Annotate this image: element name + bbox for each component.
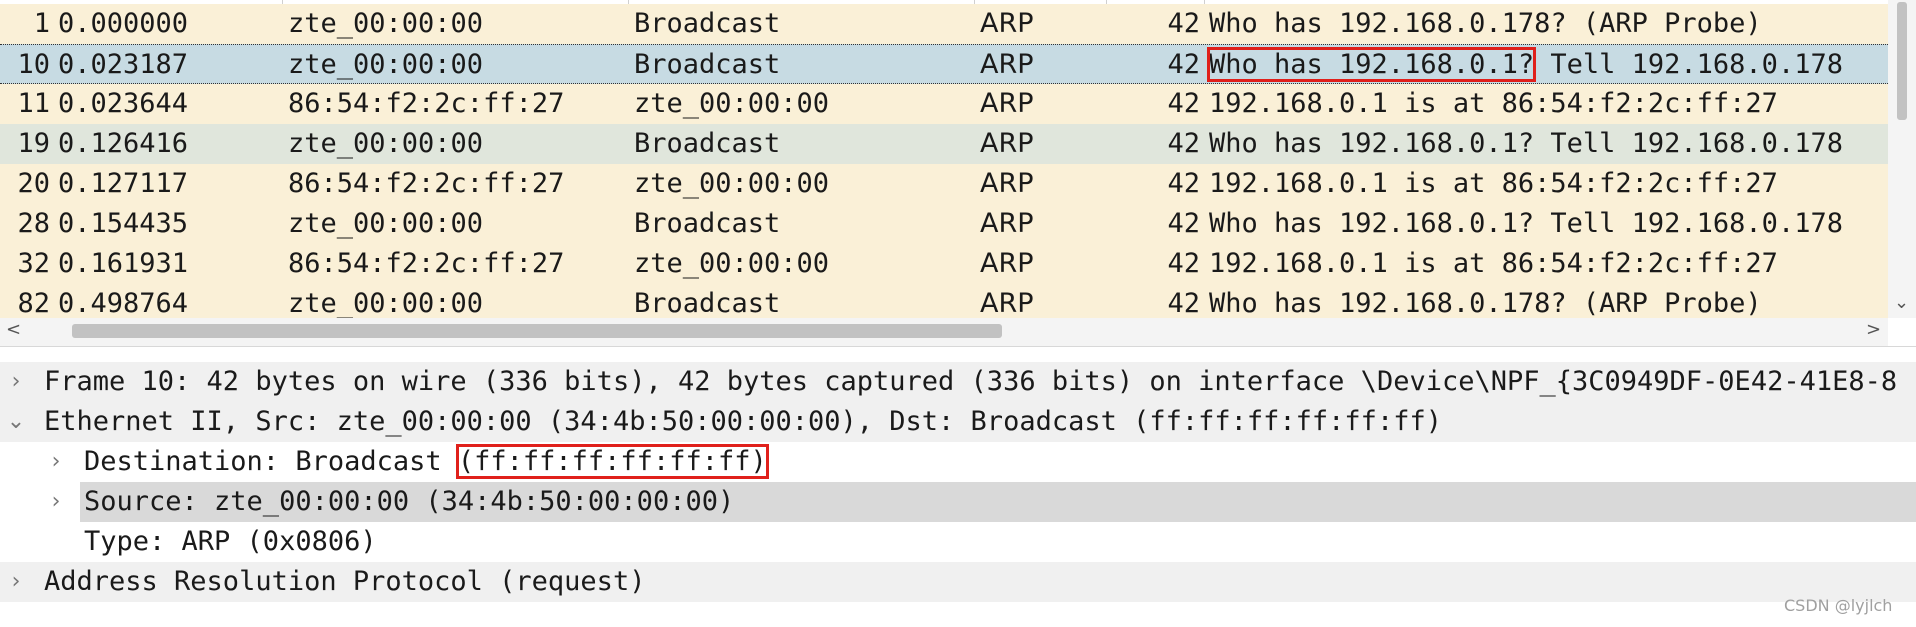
tree-item-label: Source: zte_00:00:00 (34:4b:50:00:00:00) [80,482,1916,522]
chevron-right-icon[interactable]: › [46,482,66,522]
packet-info: Who has 192.168.0.1? Tell 192.168.0.178 [1206,45,1843,85]
packet-time: 0.023644 [58,88,189,119]
destination-label: Destination: Broadcast [84,446,458,477]
packet-row[interactable]: 1 0.000000 zte_00:00:00 Broadcast ARP 42… [0,4,1888,44]
highlight-box-info: Who has 192.168.0.1? [1206,47,1537,82]
vertical-scroll-thumb[interactable] [1897,2,1907,120]
packet-destination: Broadcast [634,8,781,39]
packet-protocol: ARP [980,128,1034,159]
packet-source: zte_00:00:00 [288,128,484,159]
tree-item-label: Destination: Broadcast (ff:ff:ff:ff:ff:f… [84,442,769,482]
packet-row[interactable]: 11 0.023644 86:54:f2:2c:ff:27 zte_00:00:… [0,84,1888,124]
packet-row[interactable]: 32 0.161931 86:54:f2:2c:ff:27 zte_00:00:… [0,244,1888,284]
packet-length: 42 [1167,8,1200,39]
packet-info: 192.168.0.1 is at 86:54:f2:2c:ff:27 [1209,248,1778,279]
packet-time: 0.126416 [58,128,189,159]
packet-row-selected[interactable]: 10 0.023187 zte_00:00:00 Broadcast ARP 4… [0,44,1888,84]
packet-protocol: ARP [980,88,1034,119]
tree-item-label: Ethernet II, Src: zte_00:00:00 (34:4b:50… [44,406,1442,437]
highlight-box-destination: (ff:ff:ff:ff:ff:ff) [455,444,769,479]
packet-length: 42 [1167,128,1200,159]
packet-destination: Broadcast [634,128,781,159]
packet-protocol: ARP [980,8,1034,39]
packet-length: 42 [1167,248,1200,279]
packet-list[interactable]: 1 0.000000 zte_00:00:00 Broadcast ARP 42… [0,0,1916,324]
horizontal-scrollbar[interactable]: < > [0,318,1888,346]
tree-item-ethernet[interactable]: ⌄ Ethernet II, Src: zte_00:00:00 (34:4b:… [0,402,1916,442]
packet-no: 10 [17,49,50,80]
packet-info: 192.168.0.1 is at 86:54:f2:2c:ff:27 [1209,88,1778,119]
tree-item-source[interactable]: › Source: zte_00:00:00 (34:4b:50:00:00:0… [0,482,1916,522]
packet-rows: 1 0.000000 zte_00:00:00 Broadcast ARP 42… [0,4,1888,324]
packet-row[interactable]: 28 0.154435 zte_00:00:00 Broadcast ARP 4… [0,204,1888,244]
packet-source: zte_00:00:00 [288,8,484,39]
packet-no: 32 [17,248,50,279]
packet-no: 11 [17,88,50,119]
packet-destination: zte_00:00:00 [634,88,830,119]
tree-item-label: Frame 10: 42 bytes on wire (336 bits), 4… [44,366,1898,397]
tree-item-label: Address Resolution Protocol (request) [44,566,646,597]
packet-source: 86:54:f2:2c:ff:27 [288,248,565,279]
watermark: CSDN @lyjlch [1784,596,1893,615]
pane-splitter[interactable] [0,346,1916,357]
packet-no: 1 [33,8,50,39]
tree-item-frame[interactable]: › Frame 10: 42 bytes on wire (336 bits),… [0,362,1916,402]
packet-time: 0.161931 [58,248,189,279]
packet-source: zte_00:00:00 [288,208,484,239]
packet-protocol: ARP [980,208,1034,239]
scroll-right-icon[interactable]: > [1866,319,1881,340]
packet-protocol: ARP [980,248,1034,279]
packet-protocol: ARP [980,49,1034,80]
tree-item-label: Type: ARP (0x0806) [84,526,377,557]
packet-destination: zte_00:00:00 [634,168,830,199]
scroll-down-icon[interactable]: ⌄ [1894,292,1909,313]
packet-destination: Broadcast [634,49,781,80]
tree-item-destination[interactable]: › Destination: Broadcast (ff:ff:ff:ff:ff… [0,442,1916,482]
vertical-scrollbar[interactable]: ⌄ [1888,0,1916,318]
packet-info-rest: Tell 192.168.0.178 [1534,49,1843,80]
packet-row[interactable]: 19 0.126416 zte_00:00:00 Broadcast ARP 4… [0,124,1888,164]
packet-length: 42 [1167,168,1200,199]
tree-item-arp[interactable]: › Address Resolution Protocol (request) [0,562,1916,602]
packet-length: 42 [1167,208,1200,239]
packet-time: 0.000000 [58,8,189,39]
chevron-right-icon[interactable]: › [6,562,26,602]
horizontal-scroll-thumb[interactable] [72,324,1002,338]
packet-length: 42 [1167,88,1200,119]
scroll-left-icon[interactable]: < [6,319,21,340]
packet-no: 28 [17,208,50,239]
packet-info: Who has 192.168.0.178? (ARP Probe) [1209,8,1762,39]
packet-destination: Broadcast [634,208,781,239]
packet-destination: zte_00:00:00 [634,248,830,279]
packet-length: 42 [1167,49,1200,80]
chevron-right-icon[interactable]: › [46,442,66,482]
packet-info: Who has 192.168.0.1? Tell 192.168.0.178 [1209,208,1843,239]
packet-no: 20 [17,168,50,199]
packet-info: 192.168.0.1 is at 86:54:f2:2c:ff:27 [1209,168,1778,199]
packet-source: 86:54:f2:2c:ff:27 [288,168,565,199]
packet-source: zte_00:00:00 [288,49,484,80]
packet-protocol: ARP [980,168,1034,199]
packet-source: 86:54:f2:2c:ff:27 [288,88,565,119]
chevron-down-icon[interactable]: ⌄ [6,402,26,442]
packet-no: 19 [17,128,50,159]
packet-row[interactable]: 20 0.127117 86:54:f2:2c:ff:27 zte_00:00:… [0,164,1888,204]
packet-details-tree[interactable]: › Frame 10: 42 bytes on wire (336 bits),… [0,362,1916,602]
chevron-right-icon[interactable]: › [6,362,26,402]
packet-info: Who has 192.168.0.1? Tell 192.168.0.178 [1209,128,1843,159]
packet-time: 0.154435 [58,208,189,239]
packet-time: 0.023187 [58,49,189,80]
packet-time: 0.127117 [58,168,189,199]
tree-item-type[interactable]: Type: ARP (0x0806) [0,522,1916,562]
